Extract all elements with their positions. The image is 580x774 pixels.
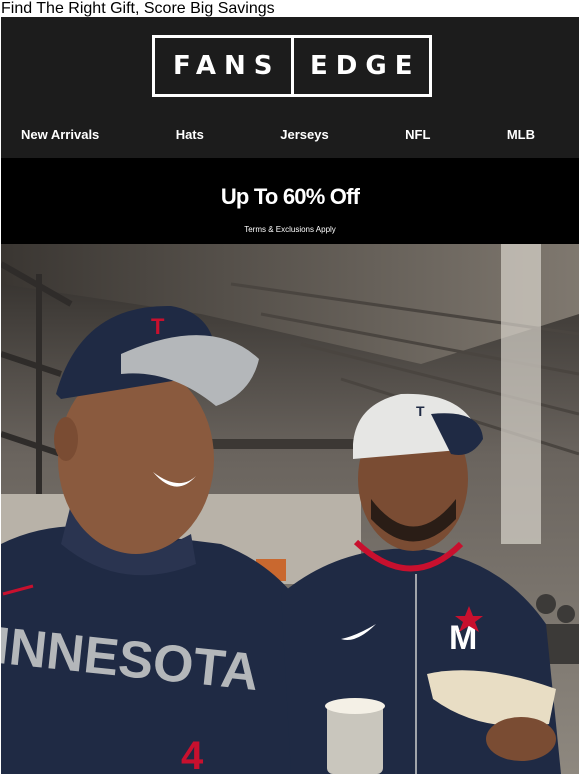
drink-cup	[327, 704, 383, 774]
logo-text-left: FANS	[173, 51, 281, 81]
logo-text-right: EDGE	[310, 51, 421, 81]
promo-terms-link[interactable]: Terms & Exclusions Apply	[1, 225, 579, 234]
promo-headline: Up To 60% Off	[220, 184, 360, 209]
hero-image[interactable]: T INNESOTA 4 T M	[1, 244, 579, 774]
hand-right	[486, 717, 556, 761]
hero-photo-illustration: T INNESOTA 4 T M	[1, 244, 579, 774]
cap-logo-right: T	[416, 403, 425, 419]
promo-banner[interactable]: Up To 60% Off Terms & Exclusions Apply	[1, 158, 579, 244]
preheader-text: Find The Right Gift, Score Big Savings	[1, 0, 275, 17]
jersey-number: 4	[181, 734, 204, 774]
nav-link-mlb[interactable]: MLB	[507, 127, 535, 142]
category-nav: New Arrivals Hats Jerseys NFL MLB	[1, 123, 579, 145]
header: FANS EDGE New Arrivals Hats Jerseys NFL …	[1, 17, 579, 158]
email-body: FANS EDGE New Arrivals Hats Jerseys NFL …	[1, 17, 579, 774]
nav-link-hats[interactable]: Hats	[176, 127, 204, 142]
nav-link-new-arrivals[interactable]: New Arrivals	[21, 127, 99, 142]
nav-link-nfl[interactable]: NFL	[405, 127, 430, 142]
cap-logo-left: T	[151, 314, 165, 339]
ear-left	[54, 417, 78, 461]
cup-lid	[325, 698, 385, 714]
column	[501, 244, 541, 544]
nav-link-jerseys[interactable]: Jerseys	[280, 127, 328, 142]
fansedge-logo[interactable]: FANS EDGE	[152, 35, 432, 97]
